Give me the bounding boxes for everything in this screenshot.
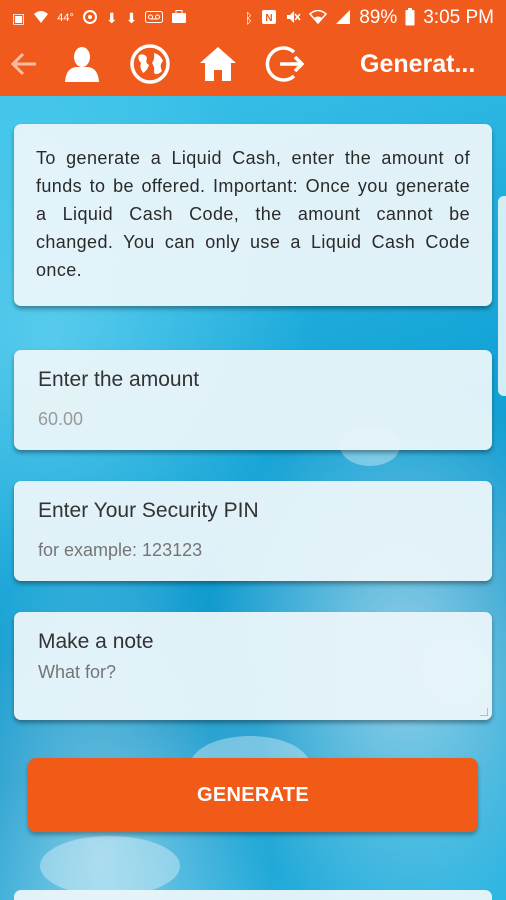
water-splash (40, 836, 180, 896)
globe-icon (129, 43, 171, 90)
wifi-signal-icon (309, 9, 328, 26)
note-card: Make a note (14, 612, 492, 720)
pin-card: Enter Your Security PIN (14, 481, 492, 581)
amount-card: Enter the amount (14, 350, 492, 450)
battery-icon (405, 8, 415, 28)
clock: 3:05 PM (423, 7, 494, 28)
cell-signal-icon (335, 9, 351, 27)
globe-button[interactable] (128, 43, 172, 90)
status-bar: ▣ 44° ⬇ ⬇ ᛒ N 89% 3:05 PM (0, 0, 506, 36)
briefcase-icon (171, 10, 187, 26)
note-textarea[interactable] (38, 662, 468, 710)
back-button[interactable] (2, 44, 46, 88)
download-icon: ⬇ (125, 10, 138, 26)
info-text: To generate a Liquid Cash, enter the amo… (36, 148, 470, 280)
side-panel-handle[interactable] (498, 196, 506, 396)
nfc-icon: N (261, 9, 277, 27)
mute-icon (285, 9, 301, 27)
svg-text:N: N (266, 13, 273, 24)
pin-input[interactable] (38, 537, 468, 563)
download-icon: ⬇ (105, 10, 118, 26)
profile-button[interactable] (60, 44, 104, 88)
logout-icon (264, 43, 306, 90)
sync-icon (82, 9, 98, 27)
generate-button[interactable]: GENERATE (28, 758, 478, 832)
home-button[interactable] (196, 44, 240, 88)
back-arrow-icon (9, 51, 39, 82)
wifi-icon (33, 10, 49, 26)
profile-icon (62, 44, 102, 89)
temperature-label: 44° (57, 12, 74, 24)
logout-button[interactable] (263, 44, 307, 88)
battery-percent: 89% (359, 7, 398, 28)
info-card: To generate a Liquid Cash, enter the amo… (14, 124, 492, 306)
home-icon (198, 45, 238, 88)
note-label: Make a note (38, 630, 154, 653)
image-icon: ▣ (12, 10, 26, 26)
amount-input[interactable] (38, 406, 468, 432)
bottom-card (14, 890, 492, 900)
pin-label: Enter Your Security PIN (38, 499, 259, 522)
voicemail-icon (145, 11, 164, 25)
page-title: Generat... (360, 50, 476, 78)
resize-handle-icon[interactable] (480, 708, 488, 716)
app-bar: Generat... (0, 36, 506, 96)
amount-label: Enter the amount (38, 368, 200, 391)
bluetooth-icon: ᛒ (244, 10, 254, 26)
